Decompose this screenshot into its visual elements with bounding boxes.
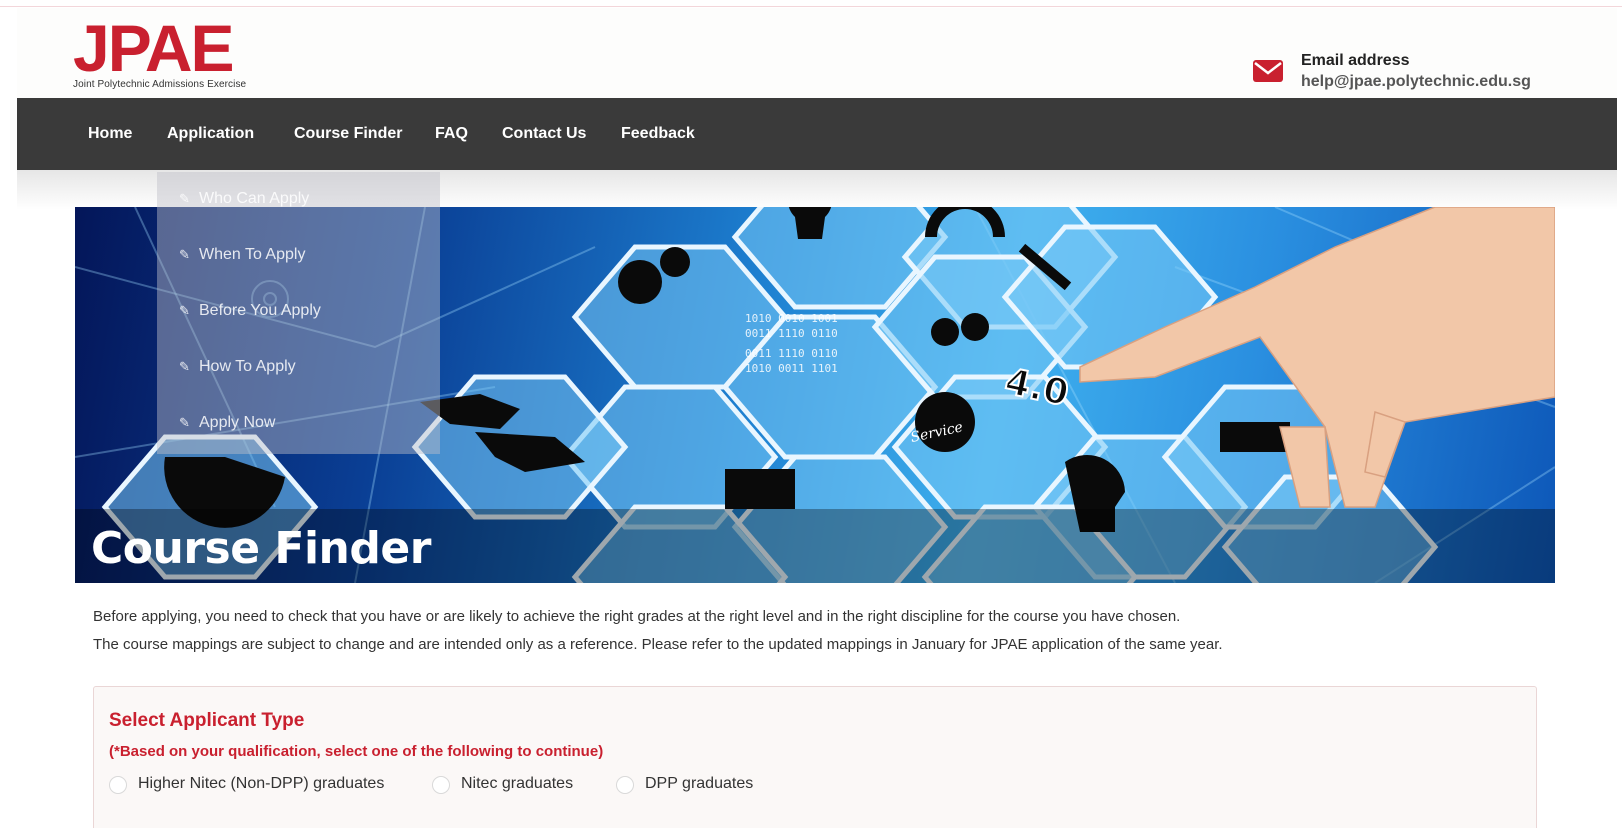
radio-label: Higher Nitec (Non-DPP) graduates bbox=[138, 775, 385, 792]
svg-text:0011 1110 0110: 0011 1110 0110 bbox=[745, 347, 838, 360]
radio-button[interactable] bbox=[109, 776, 127, 794]
logo-wordmark: JPAE bbox=[73, 11, 235, 85]
radio-label: Nitec graduates bbox=[461, 775, 574, 792]
jpae-logo[interactable]: JPAE Joint Polytechnic Admissions Exerci… bbox=[73, 11, 283, 90]
envelope-icon bbox=[1253, 60, 1283, 82]
svg-text:0011 1110 0110: 0011 1110 0110 bbox=[745, 327, 838, 340]
menu-item-label: Who Can Apply bbox=[199, 190, 310, 207]
email-label: Email address bbox=[1301, 52, 1410, 69]
logo-subtitle: Joint Polytechnic Admissions Exercise bbox=[73, 79, 247, 90]
pencil-icon: ✎ bbox=[179, 359, 190, 374]
menu-item-when-to-apply[interactable]: ✎ When To Apply bbox=[179, 246, 305, 264]
nav-feedback[interactable]: Feedback bbox=[621, 98, 695, 170]
nav-faq[interactable]: FAQ bbox=[435, 98, 468, 170]
pencil-icon: ✎ bbox=[179, 247, 190, 262]
radio-button[interactable] bbox=[616, 776, 634, 794]
menu-item-label: When To Apply bbox=[199, 246, 306, 263]
nav-application[interactable]: Application bbox=[167, 98, 254, 170]
menu-item-how-to-apply[interactable]: ✎ How To Apply bbox=[179, 358, 296, 376]
applicant-type-card: Select Applicant Type (*Based on your qu… bbox=[93, 686, 1537, 828]
pencil-icon: ✎ bbox=[179, 415, 190, 430]
nav-course-finder[interactable]: Course Finder bbox=[294, 98, 402, 170]
intro-text-line-2: The course mappings are subject to chang… bbox=[93, 636, 1223, 653]
main-navbar: Home Application Course Finder FAQ Conta… bbox=[17, 98, 1617, 170]
pencil-icon: ✎ bbox=[179, 303, 190, 318]
intro-text-line-1: Before applying, you need to check that … bbox=[93, 608, 1181, 625]
pencil-icon: ✎ bbox=[179, 191, 190, 206]
top-accent-line bbox=[0, 6, 1622, 7]
page-title: Course Finder bbox=[91, 523, 431, 574]
contact-email: Email address help@jpae.polytechnic.edu.… bbox=[1253, 52, 1583, 92]
menu-item-before-you-apply[interactable]: ✎ Before You Apply bbox=[179, 302, 321, 320]
email-address-link[interactable]: help@jpae.polytechnic.edu.sg bbox=[1301, 73, 1531, 91]
svg-text:1010 0010 1001: 1010 0010 1001 bbox=[745, 312, 838, 325]
site-header: JPAE Joint Polytechnic Admissions Exerci… bbox=[17, 8, 1617, 98]
applicant-type-title: Select Applicant Type bbox=[109, 710, 305, 731]
radio-dpp[interactable]: DPP graduates bbox=[616, 773, 766, 797]
application-dropdown-menu: ✎ Who Can Apply ✎ When To Apply ✎ Before Yo… bbox=[157, 172, 440, 454]
menu-item-who-can-apply[interactable]: ✎ Who Can Apply bbox=[179, 190, 309, 208]
radio-label: DPP graduates bbox=[645, 775, 754, 792]
nav-home[interactable]: Home bbox=[88, 98, 132, 170]
radio-higher-nitec[interactable]: Higher Nitec (Non-DPP) graduates bbox=[109, 773, 399, 797]
svg-text:1010 0011 1101: 1010 0011 1101 bbox=[745, 362, 838, 375]
menu-item-label: Before You Apply bbox=[199, 302, 321, 319]
applicant-type-note: (*Based on your qualification, select on… bbox=[109, 743, 604, 760]
nav-contact-us[interactable]: Contact Us bbox=[502, 98, 586, 170]
menu-item-label: How To Apply bbox=[199, 358, 296, 375]
radio-button[interactable] bbox=[432, 776, 450, 794]
menu-item-label: Apply Now bbox=[199, 414, 276, 431]
menu-item-apply-now[interactable]: ✎ Apply Now bbox=[179, 414, 275, 432]
radio-nitec[interactable]: Nitec graduates bbox=[432, 773, 592, 797]
